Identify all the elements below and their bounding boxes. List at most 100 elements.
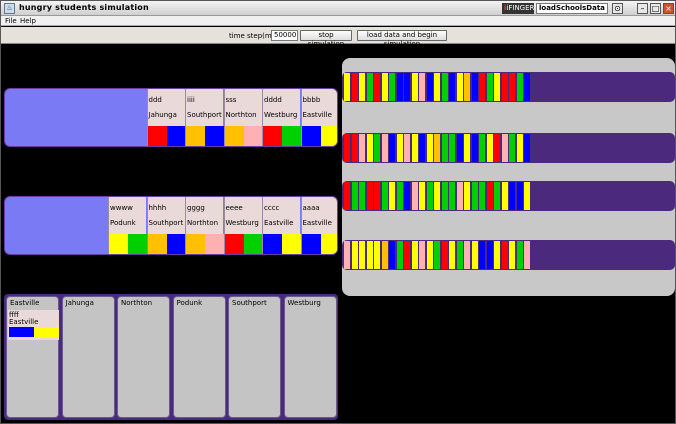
stop-simulation-button[interactable]: stop simulation — [300, 30, 352, 48]
student-tray[interactable]: ffff Eastville — [8, 310, 59, 340]
queue-food-cell — [344, 241, 350, 269]
queue-food-cell — [524, 73, 530, 101]
queue-food-cell — [456, 182, 463, 210]
queue-food-cell — [441, 241, 448, 269]
food-color-cell — [128, 234, 147, 254]
food-queue — [342, 181, 675, 211]
student-slot[interactable]: aaaa Eastville — [300, 197, 337, 254]
student-city: Eastville — [302, 111, 332, 119]
queue-food-cell — [486, 182, 493, 210]
queue-food-cell — [441, 134, 448, 162]
food-color-cell — [263, 126, 282, 146]
queue-food-cell — [486, 241, 493, 269]
title-search-input[interactable]: loadSchoolsData — [536, 3, 608, 14]
student-slot[interactable]: sss Northton — [223, 89, 263, 146]
student-slot[interactable]: dddd Westburg — [262, 89, 301, 146]
student-name: dddd — [264, 96, 282, 104]
queue-food-cell — [479, 241, 485, 269]
student-slot[interactable]: gggg Northton — [185, 197, 224, 254]
student-name: hhhh — [148, 204, 167, 212]
queue-panel — [342, 58, 675, 296]
cafeteria-westburg[interactable]: Westburg — [283, 296, 337, 418]
queue-food-cell — [396, 134, 403, 162]
student-slot[interactable]: iiii Southport — [185, 89, 224, 146]
student-city: Northton — [187, 219, 219, 227]
queue-food-cell — [389, 182, 395, 210]
student-slot[interactable]: cccc Eastville — [262, 197, 301, 254]
queue-food-cell — [494, 241, 500, 269]
student-name: ddd — [148, 96, 162, 104]
time-step-input[interactable]: 50000 — [271, 30, 298, 41]
magnify-icon[interactable]: ⊙ — [612, 3, 623, 14]
food-queue — [342, 72, 675, 102]
queue-food-cell — [411, 241, 418, 269]
cafeteria-podunk[interactable]: Podunk — [172, 296, 226, 418]
app-window: ♨ hungry students simulation iiFINGER lo… — [0, 0, 676, 424]
queue-food-cell — [366, 182, 373, 210]
queue-food-cell — [464, 134, 470, 162]
queue-food-cell — [509, 182, 515, 210]
cafeteria-eastville[interactable]: Eastville ffff Eastville — [6, 296, 59, 418]
queue-food-cell — [449, 134, 455, 162]
student-slot[interactable]: wwww Podunk — [108, 197, 147, 254]
menu-help[interactable]: Help — [20, 17, 36, 25]
queue-food-cell — [449, 182, 455, 210]
student-slot[interactable]: bbbb Eastville — [300, 89, 337, 146]
food-color-cell — [34, 327, 59, 337]
cafeteria-southport[interactable]: Southport — [228, 296, 281, 418]
student-slot[interactable]: eeee Westburg — [223, 197, 263, 254]
queue-food-cell — [516, 73, 523, 101]
maximize-icon[interactable]: □ — [650, 3, 661, 14]
queue-food-cell — [389, 241, 395, 269]
queue-food-cell — [449, 241, 455, 269]
food-color-cell — [282, 126, 301, 146]
close-icon[interactable]: × — [663, 3, 674, 14]
title-bar[interactable]: ♨ hungry students simulation iiFINGER lo… — [1, 1, 675, 16]
queue-food-cell — [471, 241, 478, 269]
queue-food-cell — [419, 134, 425, 162]
food-color-cell — [166, 126, 186, 146]
queue-food-cell — [381, 241, 388, 269]
cafeteria-northton[interactable]: Northton — [117, 296, 170, 418]
queue-food-cell — [464, 73, 470, 101]
student-slot[interactable]: hhhh Southport — [146, 197, 186, 254]
queue-food-cell — [396, 73, 403, 101]
cafeteria-name: Westburg — [287, 299, 321, 307]
student-slot[interactable]: ddd Jahunga — [146, 89, 186, 146]
queue-food-cell — [441, 73, 448, 101]
queue-food-cell — [434, 73, 440, 101]
student-city: Westburg — [264, 111, 298, 119]
food-color-cell — [147, 126, 167, 146]
load-data-button[interactable]: load data and begin simulation — [357, 30, 447, 48]
queue-food-cell — [501, 241, 508, 269]
queue-food-cell — [434, 182, 440, 210]
student-city: Northton — [225, 111, 257, 119]
food-color-cell — [9, 327, 34, 337]
window-title: hungry students simulation — [19, 3, 149, 12]
menu-file[interactable]: File — [5, 17, 17, 25]
queue-food-cell — [359, 134, 365, 162]
queue-food-cell — [396, 182, 403, 210]
queue-food-cell — [419, 241, 425, 269]
student-city: Southport — [187, 111, 222, 119]
queue-food-cell — [404, 134, 410, 162]
queue-food-cell — [471, 182, 478, 210]
queue-food-cell — [359, 241, 365, 269]
queue-food-cell — [501, 134, 508, 162]
minimize-icon[interactable]: – — [637, 3, 648, 14]
food-color-cell — [186, 234, 205, 254]
queue-food-cell — [456, 73, 463, 101]
food-color-cell — [147, 234, 167, 254]
queue-food-cell — [494, 134, 500, 162]
ifinger-brand-text: iFINGER — [506, 4, 535, 12]
cafeteria-jahunga[interactable]: Jahunga — [61, 296, 115, 418]
food-color-cell — [320, 234, 337, 254]
cafeteria-panel: Eastville ffff Eastville Jahunga Northton Pod… — [4, 294, 338, 420]
queue-food-cell — [396, 241, 403, 269]
food-color-cell — [109, 234, 128, 254]
queue-food-cell — [344, 182, 350, 210]
queue-food-cell — [449, 73, 455, 101]
queue-food-cell — [374, 73, 380, 101]
cafeteria-name: Southport — [232, 299, 267, 307]
queue-food-cell — [359, 182, 365, 210]
